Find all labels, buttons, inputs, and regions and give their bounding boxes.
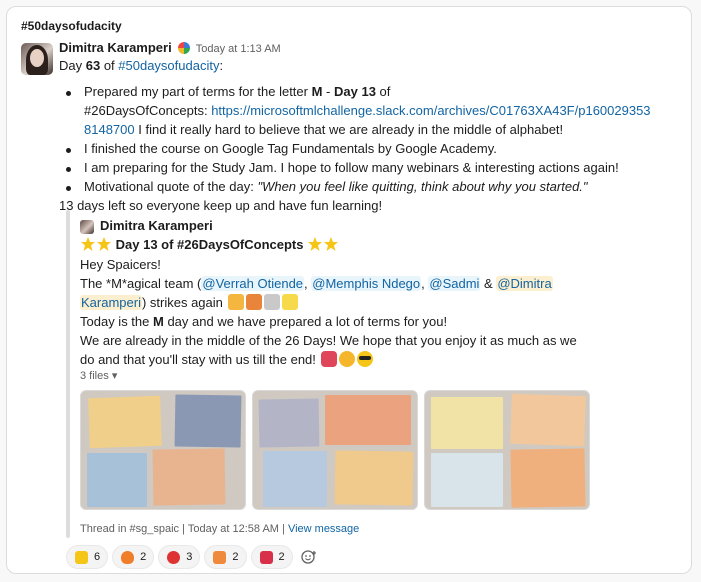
mention-memphis[interactable]: @Memphis Ndego [311, 276, 422, 291]
thread-channel-link[interactable]: Thread in #sg_spaic [80, 523, 179, 535]
mention-sadmi[interactable]: @Sadmi [428, 276, 481, 291]
mention-verrah[interactable]: @Verrah Otiende [201, 276, 305, 291]
chevron-down-icon: ▾ [111, 370, 118, 382]
hugging-face-icon [338, 351, 355, 367]
reaction-raised-hands[interactable]: 6 [66, 545, 109, 569]
view-message-link[interactable]: View message [288, 523, 359, 535]
glowing-star-icon [308, 237, 323, 251]
reactions-bar: 6 2 3 2 2 [66, 545, 321, 569]
bullet-2: I finished the course on Google Tag Fund… [84, 141, 497, 156]
reaction-fire[interactable]: 2 [112, 545, 155, 569]
bullet-dot [66, 91, 71, 96]
day-line: Day 63 of #50daysofudacity: [59, 58, 224, 73]
bullet-1-line-3: 8148700 I find it really hard to believe… [84, 122, 564, 137]
quoted-team-line-2: Karamperi) strikes again [80, 294, 299, 312]
reaction-heart[interactable]: 2 [250, 545, 293, 569]
pikachu-emoji-icon [281, 294, 298, 310]
reaction-custom-1[interactable]: 3 [158, 545, 201, 569]
channel-name[interactable]: #50daysofudacity [21, 19, 122, 33]
quoted-team-line: The *M*agical team (@Verrah Otiende, @Me… [80, 276, 553, 291]
message-timestamp[interactable]: Today at 1:13 AM [196, 43, 281, 55]
bullet-3: I am preparing for the Study Jam. I hope… [84, 160, 619, 175]
glowing-star-icon [324, 237, 339, 251]
lion-emoji-icon [245, 294, 262, 310]
fire-icon [121, 550, 135, 564]
thread-time[interactable]: Today at 12:58 AM [188, 523, 279, 535]
add-emoji-icon [300, 550, 316, 564]
glowing-star-icon [81, 237, 95, 251]
channel-link[interactable]: #50daysofudacity [118, 58, 219, 73]
challenge-url-link[interactable]: https://microsoftmlchallenge.slack.com/a… [211, 103, 650, 118]
quoted-line-3: Today is the M day and we have prepared … [80, 314, 448, 329]
heart-icon [259, 550, 273, 564]
files-toggle[interactable]: 3 files ▾ [80, 369, 117, 382]
glowing-star-icon [97, 237, 111, 251]
quoted-avatar[interactable] [80, 220, 94, 234]
bullet-1-line-2: #26DaysOfConcepts: https://microsoftmlch… [84, 103, 651, 118]
bullet-1-line-1: Prepared my part of terms for the letter… [84, 84, 391, 99]
quoted-line-5: do and that you'll stay with us till the… [80, 351, 374, 369]
cat-emoji-icon [227, 294, 244, 310]
file-thumbnail-2[interactable] [252, 390, 418, 510]
message-card: #50daysofudacity Dimitra Karamperi Today… [6, 6, 692, 574]
emoji-icon [167, 550, 181, 564]
add-reaction-button[interactable] [297, 545, 321, 569]
thread-meta: Thread in #sg_spaic | Today at 12:58 AM … [80, 523, 360, 535]
emoji-icon [213, 550, 227, 564]
quoted-greeting: Hey Spaicers! [80, 257, 161, 272]
heart-emoji-icon [320, 351, 337, 367]
file-thumbnail-3[interactable] [424, 390, 590, 510]
sunglasses-face-icon [356, 351, 373, 367]
mention-dimitra[interactable]: @Dimitra [496, 276, 553, 291]
reaction-custom-2[interactable]: 2 [204, 545, 247, 569]
mention-dimitra-cont[interactable]: Karamperi [80, 295, 142, 310]
sender-name[interactable]: Dimitra Karamperi [59, 40, 172, 55]
quoted-title: Day 13 of #26DaysOfConcepts [80, 236, 339, 254]
bullet-4: Motivational quote of the day: "When you… [84, 179, 588, 194]
closing-line: 13 days left so everyone keep up and hav… [59, 198, 383, 213]
challenge-url-link-cont[interactable]: 8148700 [84, 122, 135, 137]
robot-emoji-icon [263, 294, 280, 310]
quoted-line-4: We are already in the middle of the 26 D… [80, 333, 577, 348]
bullet-dot [66, 148, 71, 153]
file-thumbnail-1[interactable] [80, 390, 246, 510]
status-globe-icon [177, 42, 190, 54]
bullet-dot [66, 167, 71, 172]
raised-hands-icon [75, 550, 88, 564]
quote-bar [66, 210, 70, 538]
quoted-sender-name[interactable]: Dimitra Karamperi [100, 218, 213, 233]
avatar[interactable] [21, 43, 53, 75]
bullet-dot [66, 186, 71, 191]
